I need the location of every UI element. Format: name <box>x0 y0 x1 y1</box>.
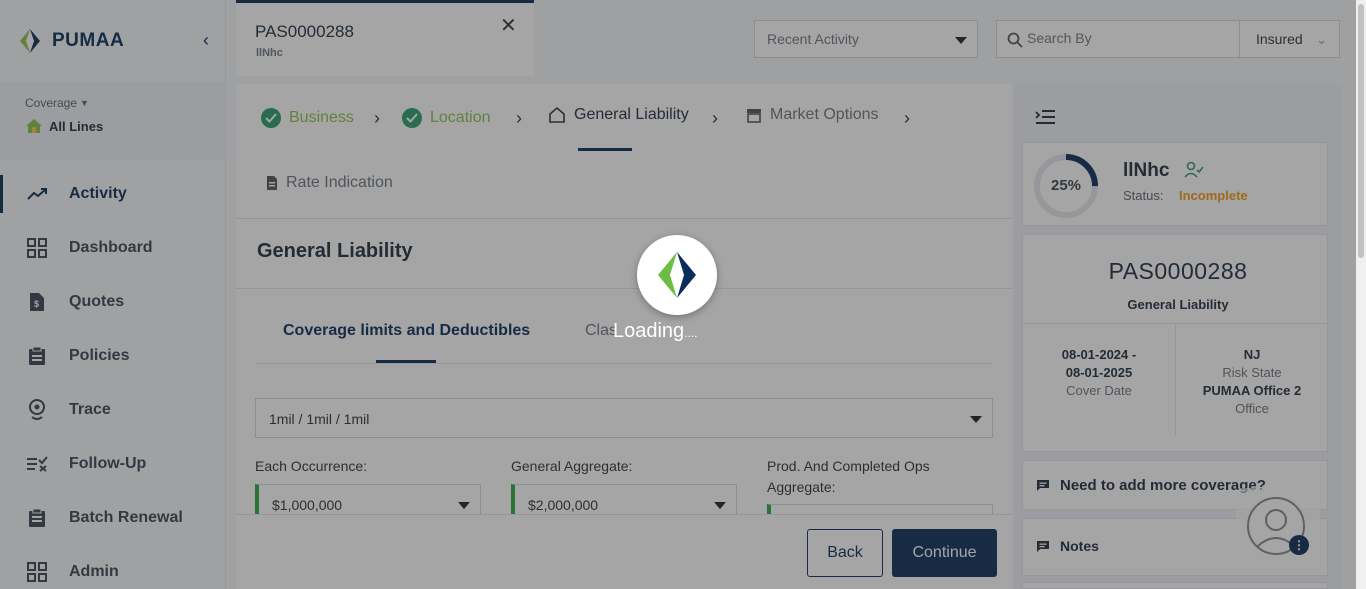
page-scrollbar[interactable] <box>1356 0 1366 589</box>
loading-spinner <box>637 235 717 315</box>
pumaa-logo-icon <box>658 252 696 298</box>
loading-text: Loading.... <box>613 320 698 342</box>
scrollbar-thumb[interactable] <box>1358 4 1364 258</box>
